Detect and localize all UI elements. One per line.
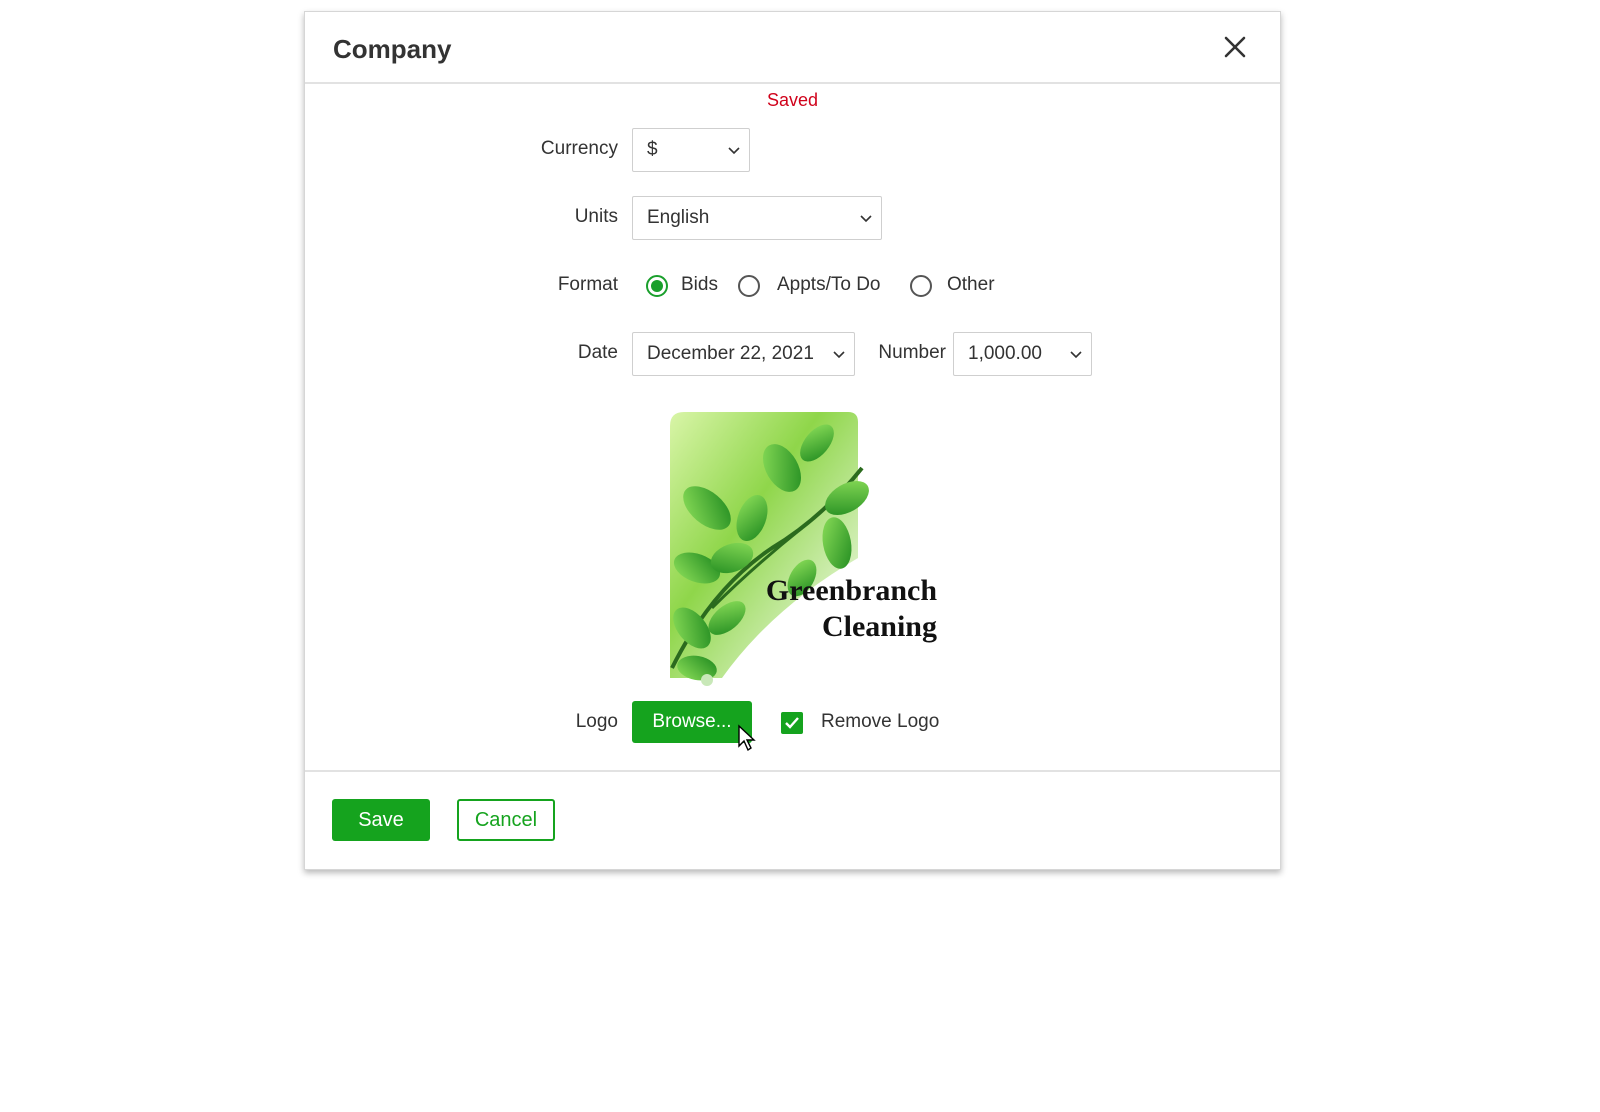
company-dialog: Company Saved Currency $ Units English F… [304, 11, 1281, 870]
format-option-label[interactable]: Other [947, 274, 995, 296]
currency-value: $ [647, 139, 658, 160]
number-label: Number [878, 342, 946, 363]
units-value: English [647, 207, 710, 228]
company-logo-preview: Greenbranch Cleaning [652, 408, 942, 698]
number-format-value: 1,000.00 [968, 343, 1042, 364]
format-option-label[interactable]: Appts/To Do [777, 274, 881, 296]
currency-label: Currency [540, 138, 618, 159]
browse-logo-button[interactable]: Browse... [632, 701, 752, 743]
logo-text-line1: Greenbranch [766, 574, 937, 607]
format-radio-other[interactable] [910, 275, 932, 297]
format-radio-appts[interactable] [738, 275, 760, 297]
logo-label: Logo [575, 711, 618, 732]
dialog-header: Company [305, 12, 1280, 84]
logo-text-line2: Cleaning [822, 610, 937, 643]
mouse-pointer-icon [738, 724, 756, 752]
units-label: Units [574, 206, 618, 227]
footer-divider [305, 770, 1280, 772]
close-icon[interactable] [1220, 32, 1250, 62]
saved-status-message: Saved [766, 90, 819, 110]
remove-logo-label[interactable]: Remove Logo [821, 711, 939, 733]
save-button[interactable]: Save [332, 799, 430, 841]
format-option-label[interactable]: Bids [681, 274, 718, 296]
cancel-button[interactable]: Cancel [457, 799, 555, 841]
format-radio-bids[interactable] [646, 275, 668, 297]
currency-select[interactable]: $ [632, 128, 750, 172]
format-label: Format [557, 274, 618, 295]
remove-logo-checkbox[interactable] [781, 712, 803, 734]
number-format-select[interactable]: 1,000.00 [953, 332, 1092, 376]
chevron-down-icon [1070, 351, 1082, 359]
date-label: Date [577, 342, 618, 363]
checkmark-icon [785, 717, 799, 729]
units-select[interactable]: English [632, 196, 882, 240]
dialog-title: Company [333, 34, 452, 64]
chevron-down-icon [728, 147, 740, 155]
chevron-down-icon [860, 215, 872, 223]
